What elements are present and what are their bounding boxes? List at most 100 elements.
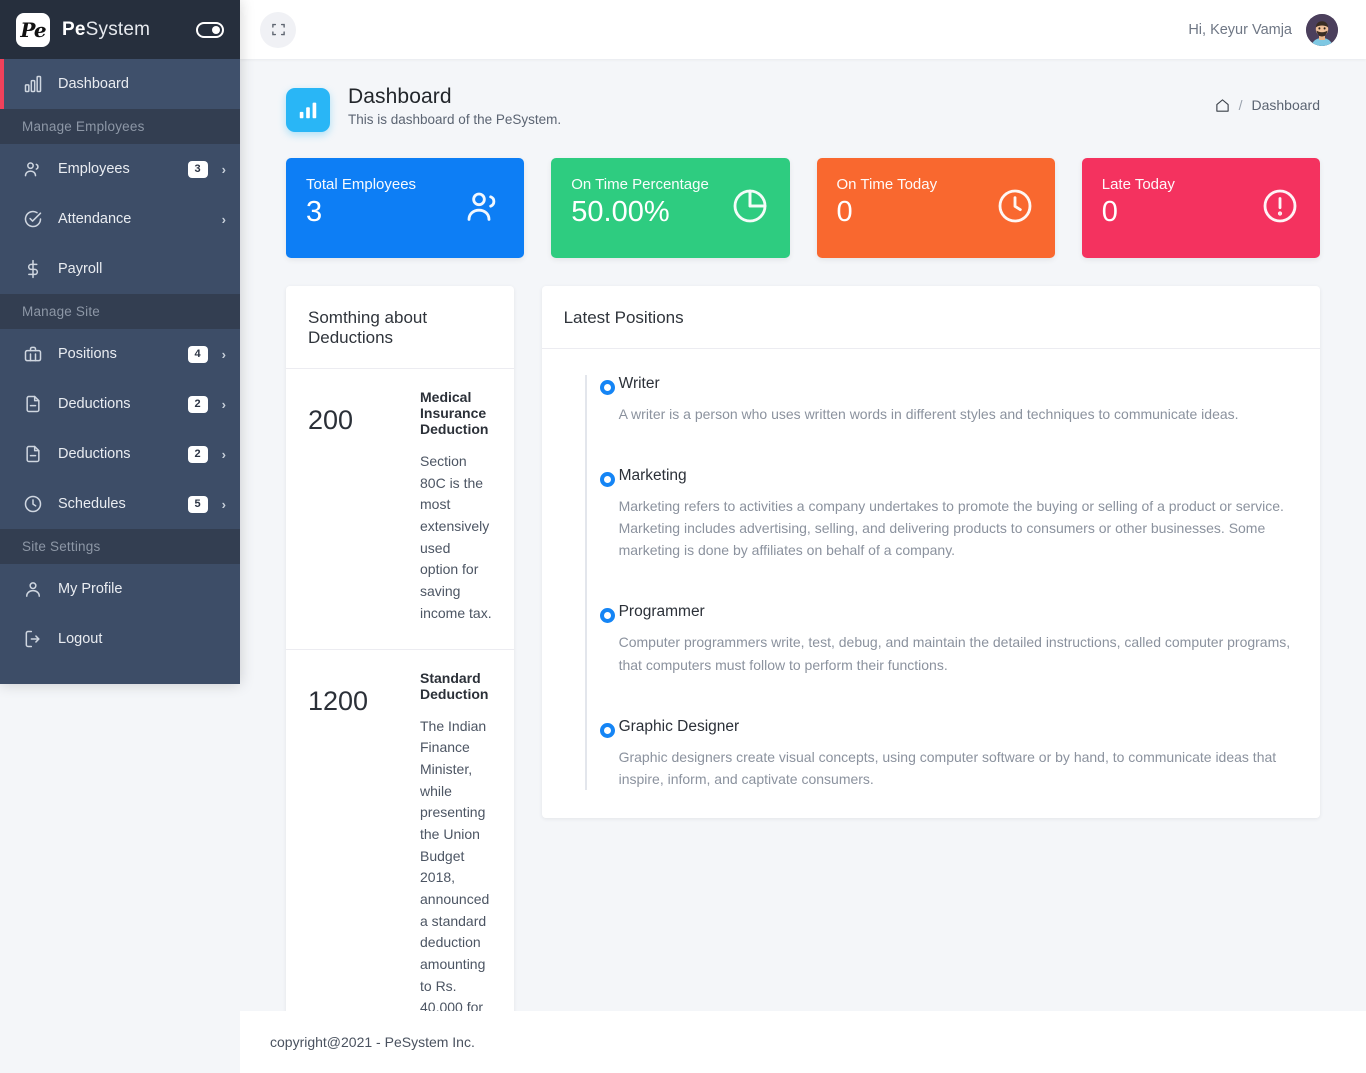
chevron-right-icon: › — [222, 397, 226, 412]
position-item[interactable]: MarketingMarketing refers to activities … — [564, 467, 1298, 561]
chevron-right-icon: › — [222, 497, 226, 512]
sidebar-item-label: Payroll — [58, 261, 226, 277]
position-item[interactable]: Programmer Computer programmers write, te… — [564, 603, 1298, 675]
sidebar-item-label: Dashboard — [58, 76, 226, 92]
breadcrumb: / Dashboard — [1215, 85, 1320, 113]
positions-panel-title: Latest Positions — [542, 286, 1320, 349]
users-icon — [22, 158, 44, 180]
sidebar-item-label: Employees — [58, 161, 188, 177]
position-description: A writer is a person who uses written wo… — [619, 403, 1298, 425]
timeline-dot-icon — [600, 380, 615, 395]
timeline-dot-icon — [600, 608, 615, 623]
chevron-right-icon: › — [222, 447, 226, 462]
stat-value: 0 — [837, 197, 995, 227]
home-icon[interactable] — [1215, 98, 1230, 113]
logo-text: Pe — [20, 18, 45, 42]
avatar[interactable] — [1306, 14, 1338, 46]
position-title: Graphic Designer — [619, 718, 1298, 736]
logout-icon — [22, 628, 44, 650]
sidebar-section-header: Manage Site — [0, 294, 240, 329]
sidebar-item-logout[interactable]: Logout — [0, 614, 240, 664]
sidebar-item-label: Schedules — [58, 496, 188, 512]
briefcase-icon — [22, 343, 44, 365]
stat-card-late-today[interactable]: Late Today 0 — [1082, 158, 1320, 258]
stat-card-total-employees[interactable]: Total Employees 3 — [286, 158, 524, 258]
position-item[interactable]: Writer A writer is a person who uses writ… — [564, 375, 1298, 425]
stat-cards: Total Employees 3 On Time Percentage50.00%… — [286, 158, 1320, 258]
sidebar-item-badge: 2 — [188, 446, 208, 463]
stat-title: Total Employees — [306, 176, 464, 193]
app-root: Pe PeSystem DashboardManage EmployeesEmp… — [0, 0, 1366, 1073]
positions-panel: Latest Positions Writer A writer is a per… — [542, 286, 1320, 818]
user-menu[interactable]: Hi, Keyur Vamja — [1188, 14, 1338, 46]
position-title: Writer — [619, 375, 1298, 393]
sidebar-item-badge: 4 — [188, 346, 208, 363]
positions-timeline: Writer A writer is a person who uses writ… — [542, 349, 1320, 818]
sidebar-item-badge: 5 — [188, 496, 208, 513]
user-icon — [22, 578, 44, 600]
stat-value: 50.00% — [571, 197, 729, 227]
sidebar-item-deductions[interactable]: Deductions2› — [0, 379, 240, 429]
panels: Somthing about Deductions 200Medical Ins… — [286, 286, 1320, 1073]
stat-card-on-time-today[interactable]: On Time Today0 — [817, 158, 1055, 258]
footer: copyright@2021 - PeSystem Inc. — [240, 1011, 1366, 1073]
stat-title: Late Today — [1102, 176, 1260, 193]
pie-chart-icon — [730, 186, 770, 231]
deduction-row: 200Medical Insurance DeductionSection 80… — [286, 369, 514, 650]
stat-card-on-time-percentage[interactable]: On Time Percentage50.00% — [551, 158, 789, 258]
sidebar-item-label: Positions — [58, 346, 188, 362]
page-header: Dashboard This is dashboard of the PeSys… — [286, 85, 1320, 132]
page-subtitle: This is dashboard of the PeSystem. — [348, 112, 561, 127]
chart-bar-icon — [22, 73, 44, 95]
chevron-right-icon: › — [222, 212, 226, 227]
sidebar-item-my-profile[interactable]: My Profile — [0, 564, 240, 614]
app-logo: Pe — [16, 13, 50, 47]
sidebar-item-label: Deductions — [58, 396, 188, 412]
position-title: Programmer — [619, 603, 1298, 621]
user-greeting: Hi, Keyur Vamja — [1188, 22, 1292, 38]
sidebar-item-label: Deductions — [58, 446, 188, 462]
sidebar: Pe PeSystem DashboardManage EmployeesEmp… — [0, 0, 240, 684]
timeline-items: Writer A writer is a person who uses writ… — [564, 375, 1298, 790]
sidebar-item-label: My Profile — [58, 581, 226, 597]
deduction-title: Standard Deduction — [420, 670, 492, 702]
breadcrumb-current[interactable]: Dashboard — [1252, 97, 1321, 113]
sidebar-item-employees[interactable]: Employees3› — [0, 144, 240, 194]
sidebar-item-payroll[interactable]: Payroll — [0, 244, 240, 294]
deduction-amount: 200 — [308, 389, 400, 625]
sidebar-item-positions[interactable]: Positions4 › — [0, 329, 240, 379]
brand-light: System — [86, 19, 151, 40]
fullscreen-button[interactable] — [260, 12, 296, 48]
fullscreen-icon — [271, 22, 286, 37]
brand-name: PeSystem — [62, 19, 150, 41]
footer-copyright: copyright@2021 - PeSystem Inc. — [270, 1034, 475, 1050]
sidebar-item-attendance[interactable]: Attendance› — [0, 194, 240, 244]
page-title: Dashboard — [348, 85, 561, 109]
file-minus-icon — [22, 443, 44, 465]
chart-bar-icon — [297, 99, 319, 121]
avatar-image — [1306, 14, 1338, 46]
deduction-description: Section 80C is the most extensively used… — [420, 451, 492, 625]
users-icon — [464, 186, 504, 231]
main-area: Hi, Keyur Vamja — [240, 0, 1366, 1073]
position-item[interactable]: Graphic DesignerGraphic designers create… — [564, 718, 1298, 790]
stat-value: 3 — [306, 197, 464, 227]
sidebar-collapse-toggle[interactable] — [196, 22, 224, 38]
timeline-dot-icon — [600, 723, 615, 738]
stat-value: 0 — [1102, 197, 1260, 227]
position-description: Computer programmers write, test, debug,… — [619, 631, 1298, 675]
timeline-dot-icon — [600, 472, 615, 487]
deductions-list: 200Medical Insurance DeductionSection 80… — [286, 369, 514, 1073]
chevron-right-icon: › — [222, 347, 226, 362]
sidebar-header: Pe PeSystem — [0, 0, 240, 59]
check-circle-icon — [22, 208, 44, 230]
topbar: Hi, Keyur Vamja — [240, 0, 1366, 59]
sidebar-item-schedules[interactable]: Schedules5 › — [0, 479, 240, 529]
alert-circle-icon — [1260, 186, 1300, 231]
breadcrumb-separator: / — [1239, 97, 1243, 113]
deductions-panel-title: Somthing about Deductions — [286, 286, 514, 369]
page-icon — [286, 88, 330, 132]
sidebar-item-deductions[interactable]: Deductions2 › — [0, 429, 240, 479]
chevron-right-icon: › — [222, 162, 226, 177]
sidebar-item-dashboard[interactable]: Dashboard — [0, 59, 240, 109]
